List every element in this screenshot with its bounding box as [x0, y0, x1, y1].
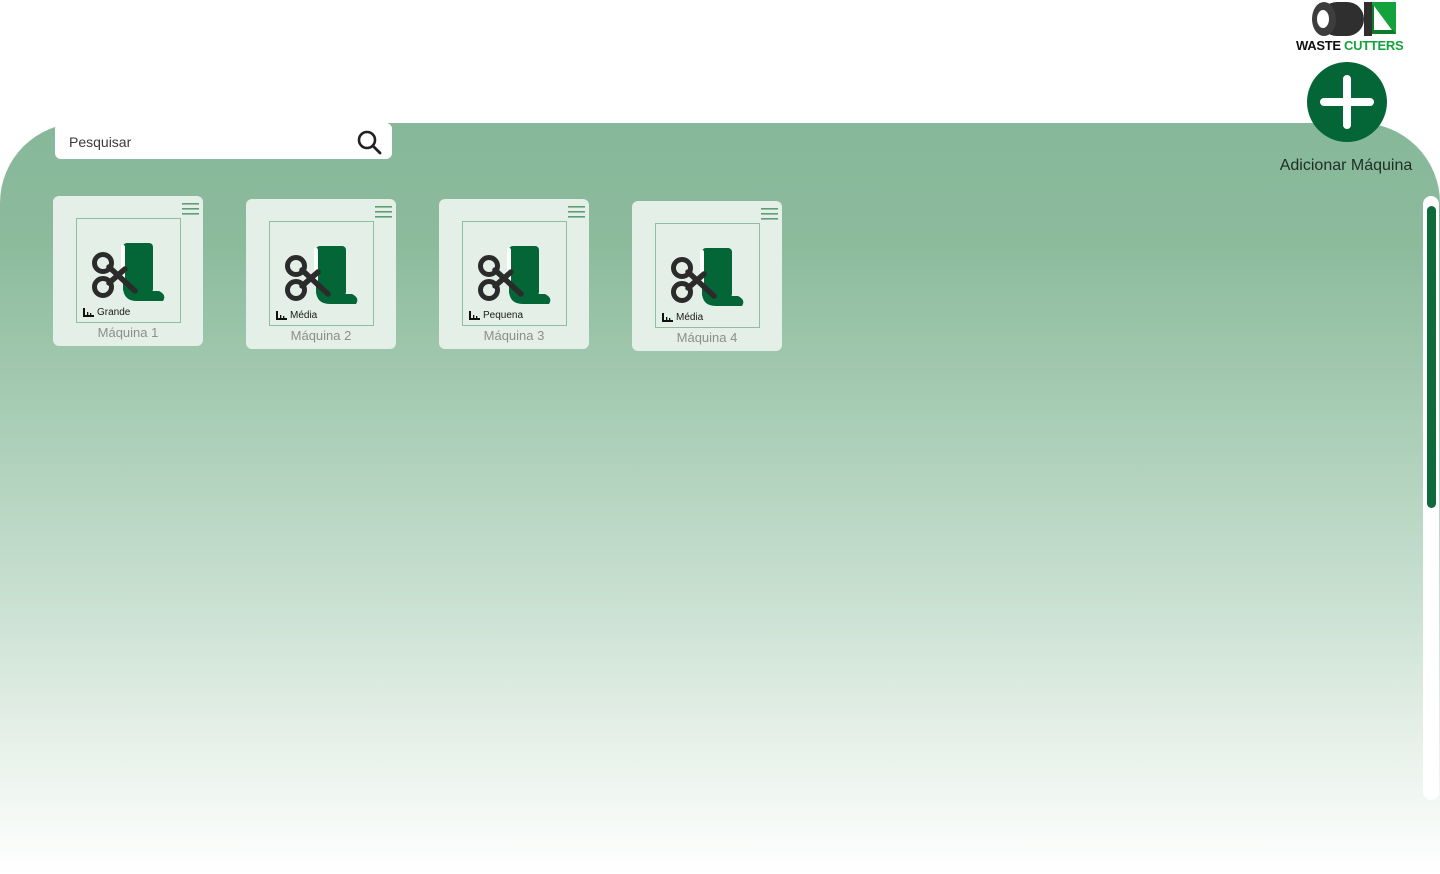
brand-name: WASTE CUTTERS — [1296, 38, 1404, 53]
menu-icon[interactable] — [375, 206, 392, 218]
add-machine-button[interactable] — [1307, 62, 1387, 142]
machine-card[interactable]: Média Máquina 2 — [246, 199, 396, 349]
size-tag: Grande — [83, 307, 130, 318]
scissors-paper-icon — [478, 246, 551, 304]
machine-image-frame: Média — [269, 221, 374, 326]
search-button[interactable] — [356, 129, 382, 155]
ruler-icon — [276, 311, 287, 320]
brand-name-part2: CUTTERS — [1344, 38, 1404, 53]
scissors-paper-icon — [671, 248, 744, 306]
ruler-icon — [662, 313, 673, 322]
machine-card[interactable]: Média Máquina 4 — [632, 201, 782, 351]
ruler-icon — [83, 308, 94, 317]
machine-size: Pequena — [483, 310, 524, 321]
machine-name: Máquina 2 — [290, 328, 352, 343]
scrollbar-thumb[interactable] — [1427, 206, 1436, 508]
scissors-paper-icon — [285, 246, 358, 304]
search-input[interactable] — [67, 127, 351, 157]
plus-icon — [1320, 75, 1374, 129]
machine-size: Grande — [97, 307, 131, 318]
size-tag: Média — [662, 312, 703, 323]
machine-name: Máquina 3 — [483, 328, 545, 343]
machine-image-frame: Grande — [76, 218, 181, 323]
paper-roll-logo-icon — [1312, 2, 1396, 36]
search-icon — [357, 130, 382, 155]
ruler-icon — [469, 311, 480, 320]
search-bar — [55, 123, 392, 159]
machine-size: Média — [676, 312, 704, 323]
brand-logo: WASTE CUTTERS — [1294, 0, 1406, 54]
menu-icon[interactable] — [761, 208, 778, 220]
menu-icon[interactable] — [182, 203, 199, 215]
machine-image-frame: Média — [655, 223, 760, 328]
menu-icon[interactable] — [568, 206, 585, 218]
add-machine-label: Adicionar Máquina — [1279, 157, 1413, 174]
scrollbar-track[interactable] — [1423, 196, 1439, 800]
machine-size: Média — [290, 310, 318, 321]
machine-card[interactable]: Grande Máquina 1 — [53, 196, 203, 346]
size-tag: Pequena — [469, 310, 523, 321]
scissors-paper-icon — [92, 243, 165, 301]
machine-name: Máquina 4 — [676, 330, 738, 345]
size-tag: Média — [276, 310, 317, 321]
page: WASTE CUTTERS Adicionar Máquina — [0, 0, 1440, 874]
machine-name: Máquina 1 — [97, 325, 159, 340]
machine-image-frame: Pequena — [462, 221, 567, 326]
brand-name-part1: WASTE — [1296, 38, 1341, 53]
machine-card[interactable]: Pequena Máquina 3 — [439, 199, 589, 349]
